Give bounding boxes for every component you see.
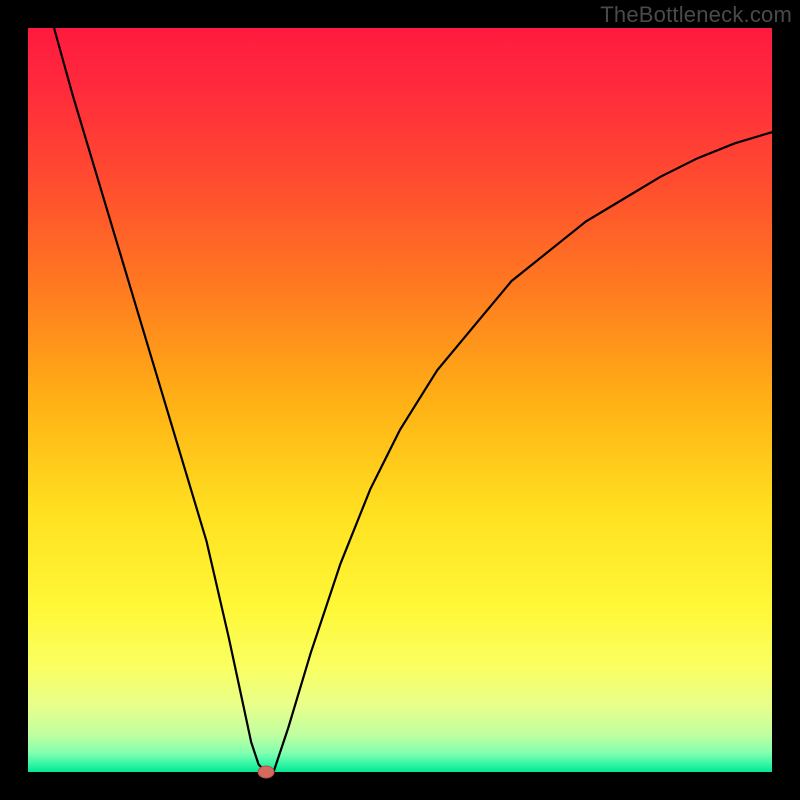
- minimum-dot: [258, 766, 274, 778]
- plot-background: [28, 28, 772, 772]
- chart-frame: TheBottleneck.com: [0, 0, 800, 800]
- bottleneck-chart: [0, 0, 800, 800]
- watermark-text: TheBottleneck.com: [600, 2, 792, 28]
